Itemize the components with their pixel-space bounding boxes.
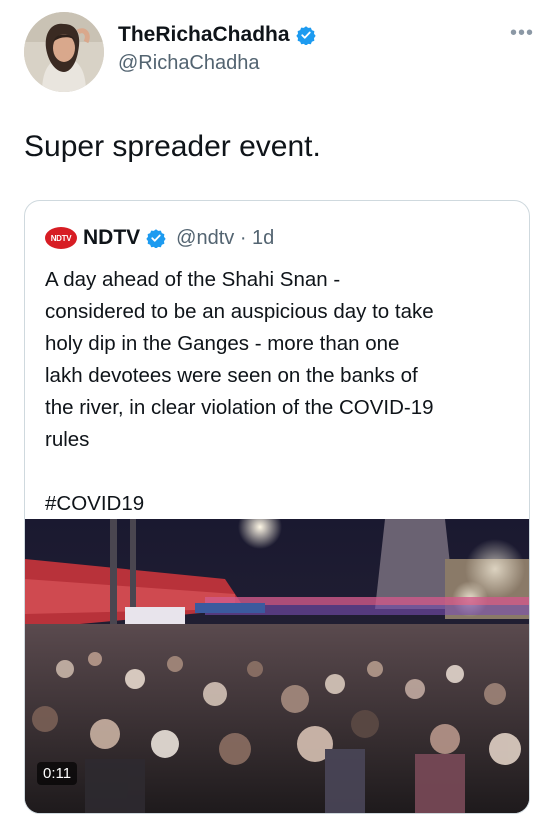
quote-handle-time[interactable]: @ndtv · 1d: [176, 227, 274, 250]
quoted-tweet[interactable]: NDTV NDTV @ndtv · 1d A day ahead of the …: [24, 200, 530, 814]
quote-hashtag[interactable]: #COVID19: [45, 488, 515, 520]
quote-display-name[interactable]: NDTV: [83, 226, 140, 250]
tweet-text: Super spreader event.: [24, 130, 321, 163]
quote-body: A day ahead of the Shahi Snan - consider…: [45, 268, 434, 451]
author-handle[interactable]: @RichaChadha: [118, 52, 316, 75]
ndtv-logo-icon[interactable]: NDTV: [45, 227, 77, 249]
quote-header: NDTV NDTV @ndtv · 1d: [45, 225, 274, 251]
ndtv-logo-text: NDTV: [50, 233, 72, 243]
more-options-icon[interactable]: •••: [510, 22, 534, 45]
avatar[interactable]: [24, 12, 104, 92]
video-time-badge: 0:11: [37, 762, 78, 785]
display-name-row: TheRichaChadha: [118, 20, 316, 50]
verified-badge-icon: [295, 25, 316, 46]
display-name[interactable]: TheRichaChadha: [118, 23, 290, 47]
video-thumbnail: [25, 519, 529, 813]
tweet-header: TheRichaChadha @RichaChadha •••: [24, 12, 534, 94]
quote-text: A day ahead of the Shahi Snan - consider…: [45, 264, 515, 520]
quote-verified-badge-icon: [146, 228, 166, 249]
author-names: TheRichaChadha @RichaChadha: [118, 20, 316, 75]
video-player[interactable]: 0:11: [25, 519, 529, 813]
